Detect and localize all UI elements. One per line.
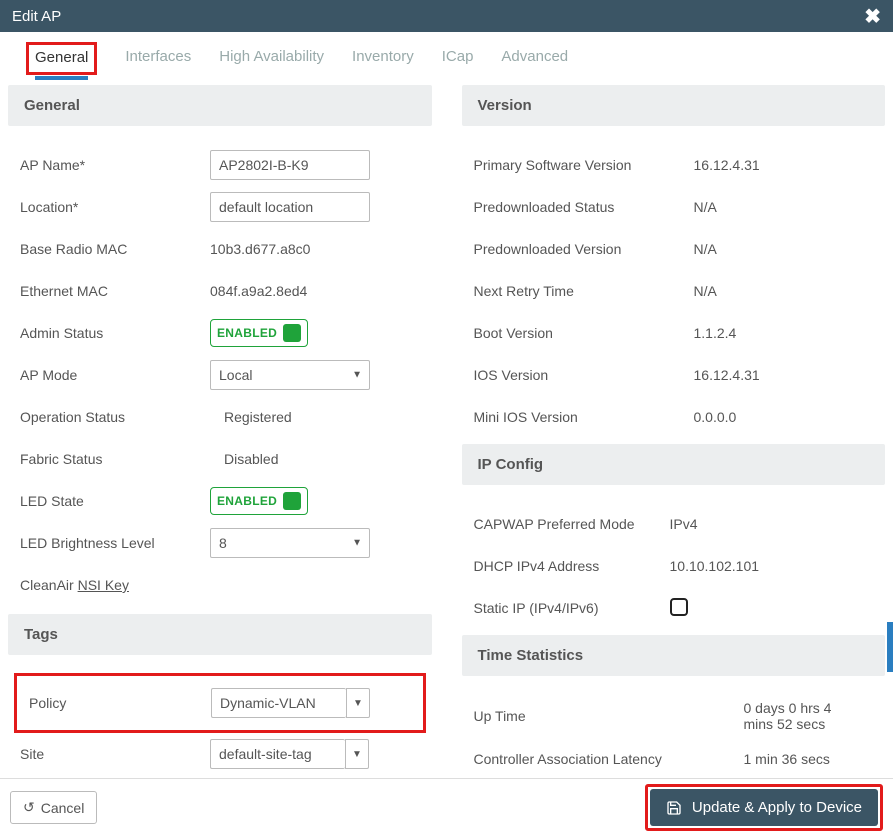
led-state-value: ENABLED <box>217 494 277 508</box>
led-state-toggle[interactable]: ENABLED <box>210 487 308 515</box>
policy-row-highlight: Policy ▼ <box>14 673 426 733</box>
led-state-label: LED State <box>20 493 200 509</box>
fabric-value: Disabled <box>210 451 420 467</box>
ap-name-label: AP Name* <box>20 157 200 173</box>
uptime-value: 0 days 0 hrs 4 mins 52 secs <box>744 700 864 732</box>
ios-ver-value: 16.12.4.31 <box>694 367 874 383</box>
latency-value: 1 min 36 secs <box>744 751 864 767</box>
undo-icon: ↺ <box>23 799 35 816</box>
led-bright-select[interactable] <box>210 528 370 558</box>
retry-label: Next Retry Time <box>474 283 684 299</box>
ios-ver-label: IOS Version <box>474 367 684 383</box>
static-ip-checkbox[interactable] <box>670 598 688 616</box>
ap-mode-label: AP Mode <box>20 367 200 383</box>
tab-row: General Interfaces High Availability Inv… <box>0 32 893 75</box>
static-ip-label: Static IP (IPv4/IPv6) <box>474 600 660 616</box>
tab-icap[interactable]: ICap <box>442 48 474 75</box>
toggle-knob-icon <box>283 324 301 342</box>
predl-ver-label: Predownloaded Version <box>474 241 684 257</box>
boot-ver-label: Boot Version <box>474 325 684 341</box>
capwap-value: IPv4 <box>670 516 850 532</box>
policy-tag-select[interactable] <box>211 688 346 718</box>
section-general: General <box>8 85 432 126</box>
policy-tag-dropdown-button[interactable]: ▼ <box>346 688 370 718</box>
latency-label: Controller Association Latency <box>474 751 734 767</box>
capwap-label: CAPWAP Preferred Mode <box>474 516 660 532</box>
section-version: Version <box>462 85 886 126</box>
chevron-down-icon: ▼ <box>353 698 363 709</box>
predl-status-value: N/A <box>694 199 874 215</box>
eth-mac-value: 084f.a9a2.8ed4 <box>210 283 420 299</box>
op-status-label: Operation Status <box>20 409 200 425</box>
dhcp-value: 10.10.102.101 <box>670 558 850 574</box>
chevron-down-icon: ▼ <box>352 749 362 760</box>
base-mac-value: 10b3.d677.a8c0 <box>210 241 420 257</box>
led-bright-label: LED Brightness Level <box>20 535 200 551</box>
admin-status-toggle[interactable]: ENABLED <box>210 319 308 347</box>
dialog-titlebar: Edit AP ✖ <box>0 0 893 32</box>
uptime-label: Up Time <box>474 708 734 724</box>
cancel-button[interactable]: ↺ Cancel <box>10 791 97 824</box>
dialog-title: Edit AP <box>12 8 61 25</box>
fabric-label: Fabric Status <box>20 451 200 467</box>
ap-mode-select[interactable] <box>210 360 370 390</box>
apply-label: Update & Apply to Device <box>692 799 862 816</box>
retry-value: N/A <box>694 283 874 299</box>
site-label: Site <box>20 746 200 762</box>
cleanair-nsi-link[interactable]: NSI Key <box>78 577 129 593</box>
section-tags: Tags <box>8 614 432 655</box>
admin-status-value: ENABLED <box>217 326 277 340</box>
location-label: Location* <box>20 199 200 215</box>
tab-interfaces[interactable]: Interfaces <box>125 48 191 75</box>
dialog-footer: ↺ Cancel Update & Apply to Device <box>0 778 893 836</box>
dialog-body: General Interfaces High Availability Inv… <box>0 32 893 778</box>
update-apply-button[interactable]: Update & Apply to Device <box>650 789 878 826</box>
mini-ios-value: 0.0.0.0 <box>694 409 874 425</box>
eth-mac-label: Ethernet MAC <box>20 283 200 299</box>
close-icon[interactable]: ✖ <box>864 4 881 29</box>
cancel-label: Cancel <box>41 800 85 816</box>
predl-ver-value: N/A <box>694 241 874 257</box>
scroll-indicator <box>887 622 893 672</box>
tab-advanced[interactable]: Advanced <box>501 48 568 75</box>
cleanair-label: CleanAir NSI Key <box>20 577 200 593</box>
tab-high-availability[interactable]: High Availability <box>219 48 324 75</box>
base-mac-label: Base Radio MAC <box>20 241 200 257</box>
section-ipconfig: IP Config <box>462 444 886 485</box>
location-input[interactable] <box>210 192 370 222</box>
primary-sw-value: 16.12.4.31 <box>694 157 874 173</box>
apply-button-highlight: Update & Apply to Device <box>645 784 883 831</box>
predl-status-label: Predownloaded Status <box>474 199 684 215</box>
right-column: Version Primary Software Version 16.12.4.… <box>462 85 886 778</box>
toggle-knob-icon <box>283 492 301 510</box>
op-status-value: Registered <box>210 409 420 425</box>
policy-label: Policy <box>29 695 201 711</box>
tab-inventory[interactable]: Inventory <box>352 48 414 75</box>
primary-sw-label: Primary Software Version <box>474 157 684 173</box>
section-timestats: Time Statistics <box>462 635 886 676</box>
ap-name-input[interactable] <box>210 150 370 180</box>
site-tag-dropdown-button[interactable]: ▼ <box>345 739 369 769</box>
tab-general-highlight: General <box>26 42 97 75</box>
tab-general[interactable]: General <box>35 49 88 80</box>
boot-ver-value: 1.1.2.4 <box>694 325 874 341</box>
site-tag-select[interactable] <box>210 739 345 769</box>
admin-status-label: Admin Status <box>20 325 200 341</box>
left-column: General AP Name* Location* Base Radio MA… <box>8 85 432 778</box>
dhcp-label: DHCP IPv4 Address <box>474 558 660 574</box>
save-icon <box>666 800 682 816</box>
mini-ios-label: Mini IOS Version <box>474 409 684 425</box>
